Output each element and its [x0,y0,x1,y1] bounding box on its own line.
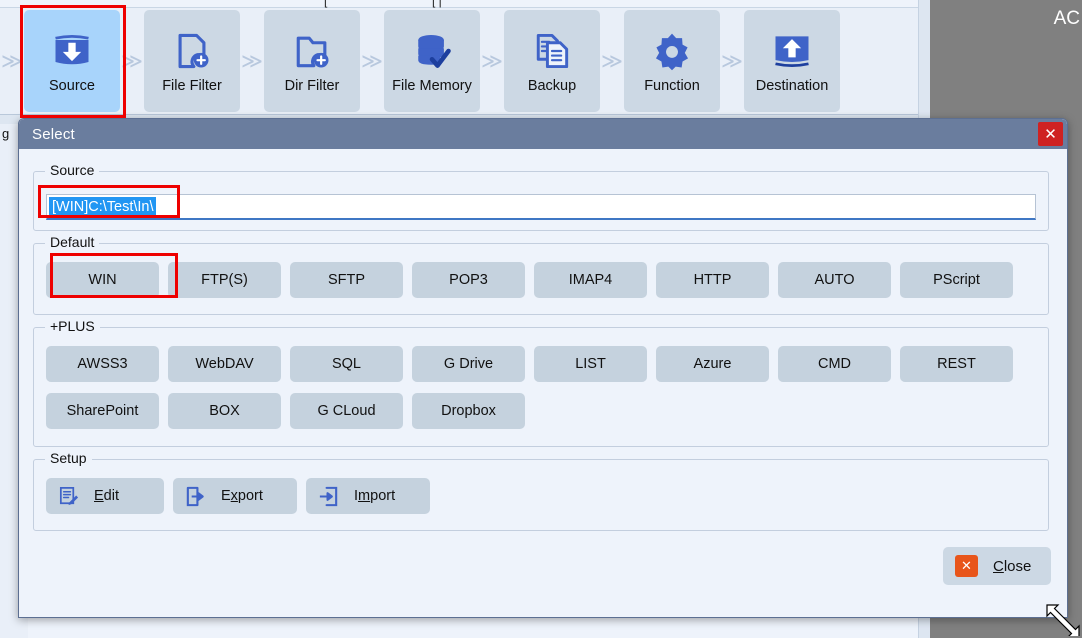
wizard-step-label: File Filter [162,77,222,94]
protocol-button-ftps[interactable]: FTP(S) [168,262,281,298]
export-accel-char: x [230,488,238,504]
wizard-step-source[interactable]: Source [24,10,120,112]
dialog-title: Select [32,125,75,143]
wizard-separator: ≫ [721,48,743,73]
default-protocols-group: Default WIN FTP(S) SFTP POP3 IMAP4 HTTP … [33,234,1049,315]
wizard-separator: ≫ [241,48,263,73]
protocol-button-auto[interactable]: AUTO [778,262,891,298]
desktop-cut-off-label: AC [1053,8,1080,29]
plus-protocols-group: +PLUS AWSS3 WebDAV SQL G Drive LIST Azur… [33,318,1049,447]
wizard-step-destination[interactable]: Destination [744,10,840,112]
protocol-button-box[interactable]: BOX [168,393,281,429]
download-box-icon [55,34,89,64]
protocol-button-sharepoint[interactable]: SharePoint [46,393,159,429]
plus-button-row-2: SharePoint BOX G CLoud Dropbox [46,393,525,429]
wizard-separator: ≫ [121,48,143,73]
protocol-button-sftp[interactable]: SFTP [290,262,403,298]
plus-group-legend: +PLUS [45,318,100,334]
app-left-tab-label: g [2,126,10,141]
dialog-title-bar[interactable]: Select ✕ [19,119,1067,149]
edit-button[interactable]: Edit [46,478,164,514]
edit-document-icon [59,486,79,505]
default-button-row: WIN FTP(S) SFTP POP3 IMAP4 HTTP AUTO PSc… [46,262,1013,298]
protocol-button-dropbox[interactable]: Dropbox [412,393,525,429]
copy-documents-icon [536,33,569,68]
source-group-legend: Source [45,162,100,178]
wizard-separator: ≫ [361,48,383,73]
close-accel-char: C [993,557,1004,575]
export-label-post: port [237,488,263,504]
export-button-label: Export [221,488,263,504]
wizard-step-label: Backup [527,77,577,94]
database-check-icon [418,34,451,68]
top-text-fragment-1: [ [324,0,328,8]
wizard-step-backup[interactable]: Backup [504,10,600,112]
protocol-button-http[interactable]: HTTP [656,262,769,298]
close-button-label: Close [993,558,1031,575]
import-button[interactable]: Import [306,478,430,514]
import-accel-char: m [358,488,371,504]
import-label-post: port [370,488,396,504]
default-group-legend: Default [45,234,100,250]
import-button-label: Import [354,488,395,504]
protocol-button-win[interactable]: WIN [46,262,159,298]
top-text-fragment-2: [ | [432,0,442,8]
protocol-button-azure[interactable]: Azure [656,346,769,382]
protocol-button-sql[interactable]: SQL [290,346,403,382]
dialog-close-icon[interactable]: ✕ [1038,122,1063,146]
wizard-separator: ≫ [481,48,503,73]
wizard-separator: ≫ [1,48,23,73]
wizard-step-bar: ≫ Source ≫ File Filter ≫ Dir Filter ≫ Fi… [0,8,930,114]
upload-box-icon [775,35,809,67]
source-path-input[interactable]: [WIN]C:\Test\In\ [46,194,1036,220]
protocol-button-webdav[interactable]: WebDAV [168,346,281,382]
protocol-button-rest[interactable]: REST [900,346,1013,382]
close-label-post: lose [1003,557,1032,575]
wizard-step-file-memory[interactable]: File Memory [384,10,480,112]
wizard-step-label: Dir Filter [284,77,340,94]
protocol-button-gdrive[interactable]: G Drive [412,346,525,382]
wizard-separator: ≫ [601,48,623,73]
wizard-step-file-filter[interactable]: File Filter [144,10,240,112]
edit-button-label: Edit [94,488,119,504]
wizard-step-function[interactable]: Function [624,10,720,112]
plus-button-row-1: AWSS3 WebDAV SQL G Drive LIST Azure CMD … [46,346,1013,382]
wizard-step-dir-filter[interactable]: Dir Filter [264,10,360,112]
wizard-step-label: File Memory [392,77,472,94]
edit-label-post: dit [103,488,119,504]
app-top-strip [0,0,930,8]
protocol-button-gcloud[interactable]: G CLoud [290,393,403,429]
setup-button-row: Edit Export Import [46,478,430,514]
source-group: Source [WIN]C:\Test\In\ [33,162,1049,231]
gear-icon [655,33,689,70]
export-label-pre: E [221,488,231,504]
close-button[interactable]: ✕ Close [943,547,1051,585]
dialog-body: Source [WIN]C:\Test\In\ Default WIN FTP(… [19,149,1067,617]
protocol-button-list[interactable]: LIST [534,346,647,382]
file-plus-icon [178,33,209,68]
protocol-button-cmd[interactable]: CMD [778,346,891,382]
wizard-step-label: Source [49,77,95,94]
wizard-step-label: Destination [755,77,829,94]
protocol-button-pop3[interactable]: POP3 [412,262,525,298]
setup-group-legend: Setup [45,450,92,466]
protocol-button-pscript[interactable]: PScript [900,262,1013,298]
source-path-value: [WIN]C:\Test\In\ [49,196,156,217]
edit-accel-char: E [94,488,104,504]
select-dialog: Select ✕ Source [WIN]C:\Test\In\ Default… [18,118,1068,618]
folder-plus-icon [296,36,329,67]
setup-group: Setup Edit Export Import [33,450,1049,531]
close-x-icon: ✕ [955,555,978,577]
export-button[interactable]: Export [173,478,297,514]
protocol-button-awss3[interactable]: AWSS3 [46,346,159,382]
import-arrow-icon [319,486,338,506]
wizard-step-label: Function [644,77,700,94]
export-arrow-icon [186,486,204,506]
protocol-button-imap4[interactable]: IMAP4 [534,262,647,298]
